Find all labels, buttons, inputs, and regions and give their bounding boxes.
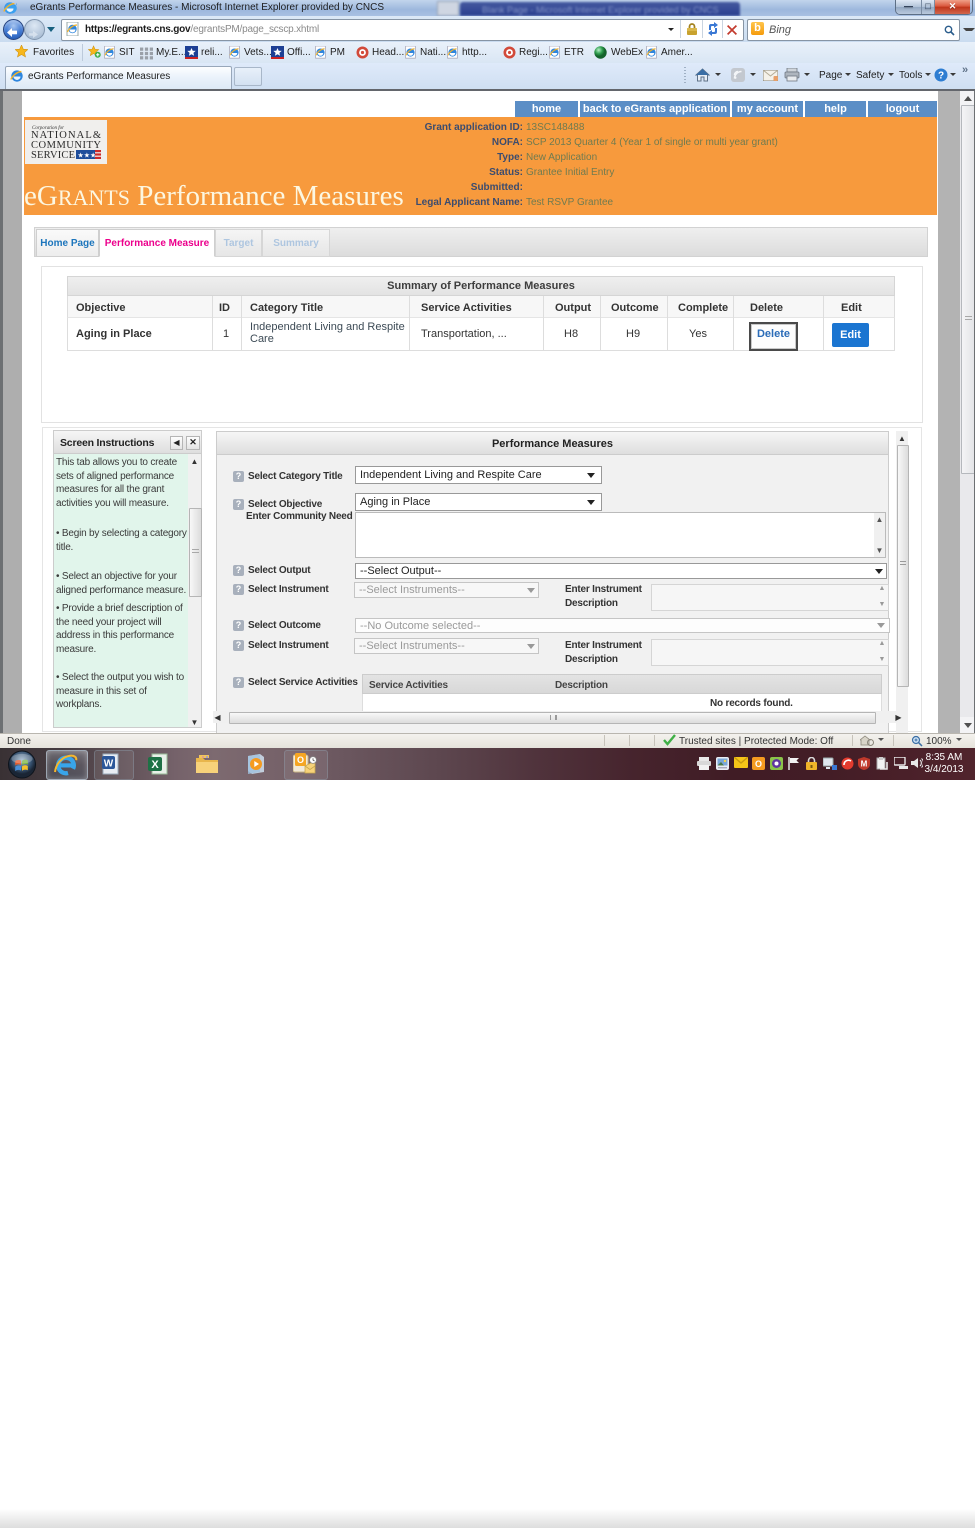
- svg-text:W: W: [104, 759, 114, 770]
- svg-text:?: ?: [938, 71, 944, 82]
- svg-text:M: M: [861, 760, 868, 769]
- svg-text:O: O: [297, 755, 304, 765]
- svg-text:★★★: ★★★: [78, 152, 97, 160]
- svg-text:X: X: [151, 759, 159, 771]
- svg-text:O: O: [755, 759, 762, 769]
- svg-text:SERVICE: SERVICE: [31, 150, 75, 161]
